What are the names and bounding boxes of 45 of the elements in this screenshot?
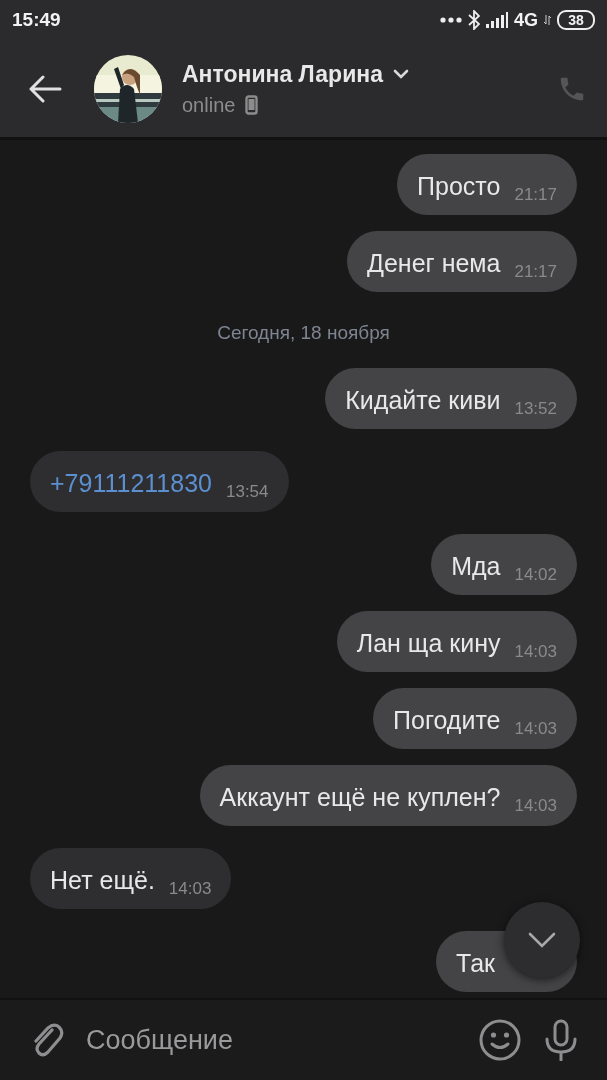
message-time: 14:03 [168, 879, 212, 899]
message-text: Кидайте киви [345, 386, 501, 414]
outgoing-message[interactable]: Аккаунт ещё не куплен? 14:03 [199, 765, 577, 826]
signal-icon [486, 12, 508, 28]
message-time: 21:17 [514, 185, 557, 205]
emoji-icon[interactable] [479, 1019, 521, 1061]
message-text: Нет ещё. [50, 866, 155, 894]
outgoing-message[interactable]: Погодите 14:03 [373, 688, 577, 749]
more-icon [440, 17, 462, 23]
chevron-down-icon[interactable] [393, 69, 409, 79]
message-time: 21:17 [514, 262, 557, 282]
microphone-icon[interactable] [543, 1019, 579, 1061]
message-text: Так [456, 949, 495, 977]
message-time: 14:03 [514, 642, 557, 662]
message-text: Денег нема [367, 249, 501, 277]
contact-name[interactable]: Антонина Ларина [182, 60, 383, 88]
message-input[interactable]: Сообщение [86, 1020, 457, 1060]
battery-icon: 38 [557, 10, 595, 30]
message-time: 13:54 [226, 482, 269, 502]
bluetooth-icon [468, 10, 480, 30]
outgoing-message[interactable]: Кидайте киви 13:52 [325, 368, 577, 429]
incoming-message[interactable]: Нет ещё. 14:03 [30, 848, 232, 909]
message-text: Лан ща кину [356, 629, 501, 657]
message-time: 14:03 [514, 796, 557, 816]
phone-link[interactable]: +79111211830 [50, 469, 212, 497]
data-arrows-icon [544, 15, 551, 25]
message-text: Погодите [393, 706, 501, 734]
outgoing-message[interactable]: Мда 14:02 [431, 534, 577, 595]
message-text: Аккаунт ещё не куплен? [219, 783, 501, 811]
message-time: 14:03 [514, 719, 557, 739]
online-status: online [182, 93, 236, 117]
outgoing-message[interactable]: Денег нема 21:17 [347, 231, 577, 292]
outgoing-message[interactable]: Просто 21:17 [397, 154, 577, 215]
message-time: 14:02 [514, 565, 557, 585]
incoming-message[interactable]: +79111211830 13:54 [30, 451, 289, 512]
network-type: 4G [514, 9, 538, 31]
back-icon[interactable] [28, 74, 62, 103]
chevron-down-icon [528, 932, 556, 948]
message-text: Мда [451, 552, 501, 580]
message-text: Просто [417, 172, 501, 200]
clock: 15:49 [12, 9, 62, 31]
message-time: 13:52 [514, 399, 557, 419]
outgoing-message[interactable]: Лан ща кину 14:03 [336, 611, 577, 672]
phone-icon [245, 95, 259, 115]
date-separator: Сегодня, 18 ноября [217, 321, 390, 345]
